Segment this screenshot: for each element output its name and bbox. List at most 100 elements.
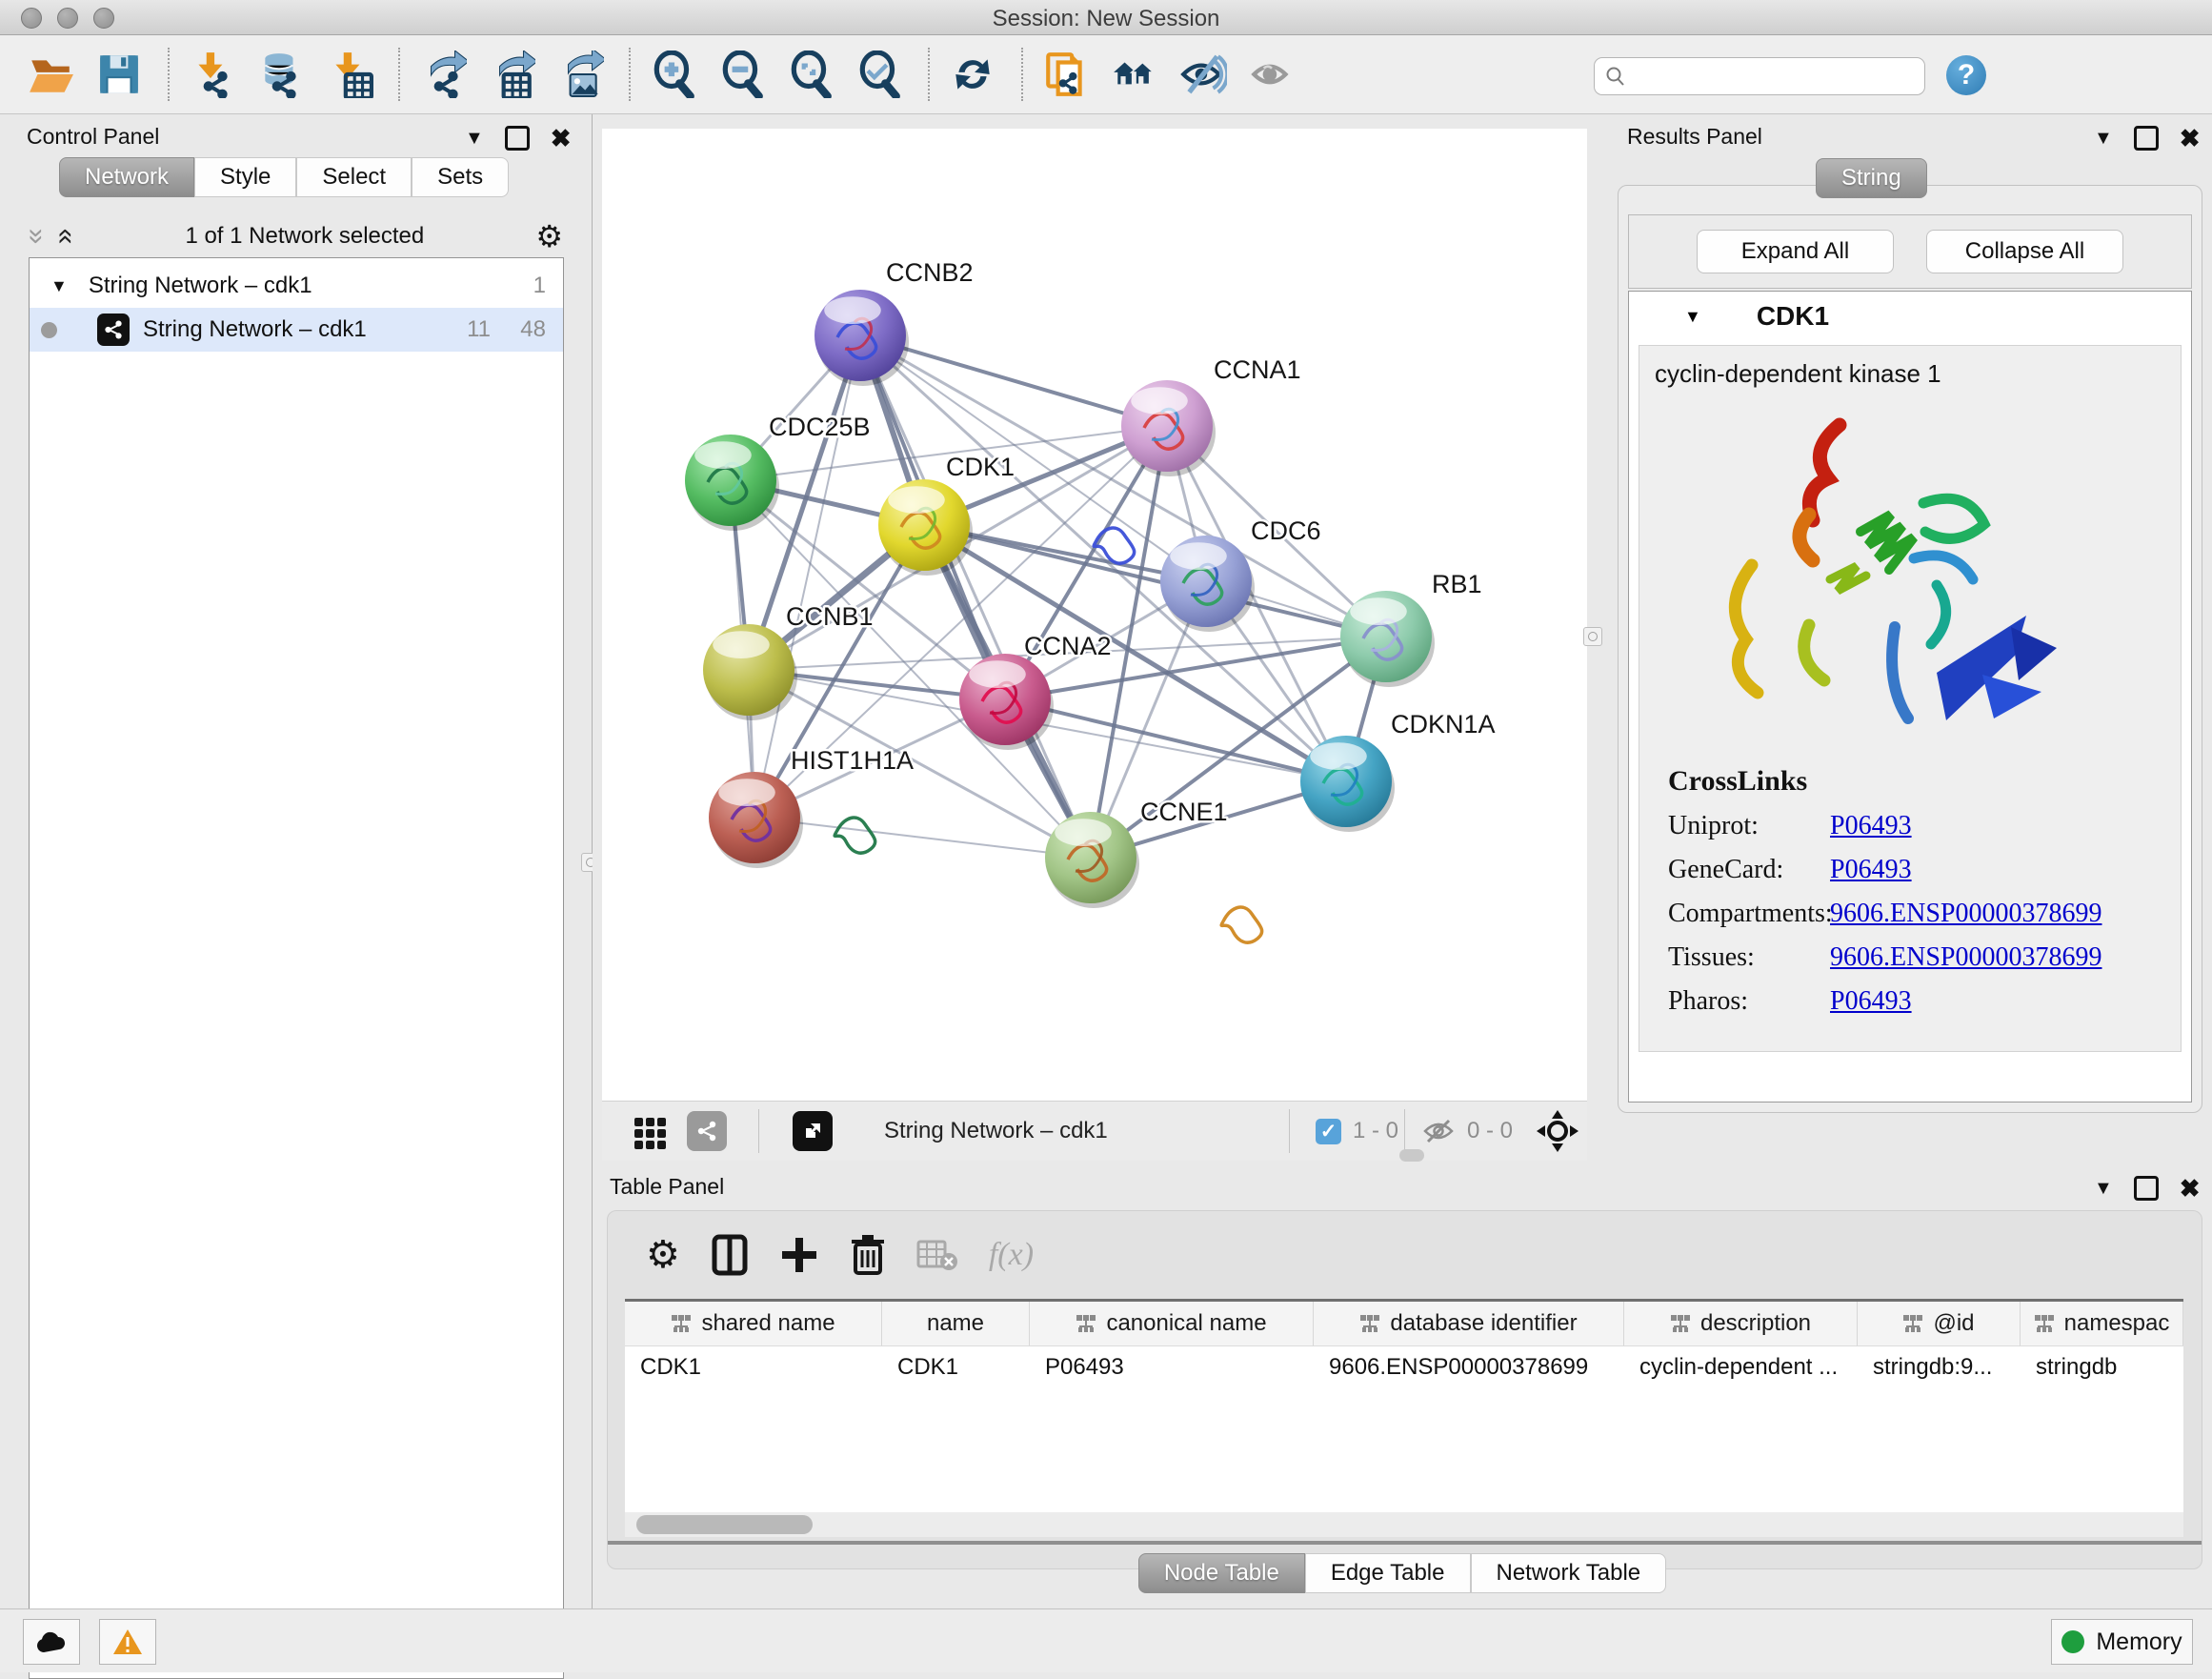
column-header-shared-name[interactable]: shared name [625, 1302, 882, 1345]
collapse-all-chevron-icon[interactable]: » [22, 229, 50, 245]
hide-selection-button[interactable] [1176, 47, 1231, 102]
column-header-namespac[interactable]: namespac [2021, 1302, 2183, 1345]
expand-all-button[interactable]: Expand All [1697, 230, 1894, 273]
export-network-button[interactable] [415, 47, 471, 102]
node-RB1[interactable]: RB1 [1340, 570, 1587, 1101]
import-network-from-database-button[interactable] [253, 47, 309, 102]
cloud-status-button[interactable] [23, 1619, 80, 1665]
search-input[interactable] [1627, 63, 1898, 90]
network-collection-row[interactable]: ▼ String Network – cdk1 1 [30, 264, 563, 308]
tab-string-results[interactable]: String [1816, 158, 1927, 198]
column-namespace-icon [1902, 1314, 1923, 1333]
node-CCNB2[interactable]: CCNB2 [814, 258, 1135, 563]
search-box[interactable] [1594, 57, 1925, 95]
tab-edge-table[interactable]: Edge Table [1305, 1553, 1471, 1593]
zoom-out-button[interactable] [714, 47, 770, 102]
table-cell[interactable]: CDK1 [625, 1346, 882, 1390]
node-HIST1H1A[interactable]: HIST1H1A [709, 746, 923, 1101]
string-network-graph[interactable]: CCNB2 CCNA1 CDC25B CDK1 CDC6 RB1 CCNB1 [602, 129, 1587, 1101]
right-divider-handle[interactable] [1583, 627, 1602, 646]
results-panel-float-icon[interactable]: ▼ [2094, 129, 2113, 148]
crosslink-link[interactable]: P06493 [1830, 811, 1912, 841]
first-neighbors-button[interactable] [1107, 47, 1162, 102]
tab-select[interactable]: Select [296, 157, 412, 197]
zoom-selected-button[interactable] [852, 47, 907, 102]
open-session-button[interactable] [23, 47, 78, 102]
crosslink-link[interactable]: 9606.ENSP00000378699 [1830, 942, 2101, 973]
delete-column-trash-icon[interactable] [850, 1233, 886, 1277]
import-table-from-file-button[interactable] [322, 47, 377, 102]
table-panel-maximize-icon[interactable] [2134, 1176, 2159, 1201]
node-CDKN1A[interactable]: CDKN1A [1300, 710, 1587, 1101]
table-horizontal-scrollbar[interactable] [625, 1512, 2183, 1537]
crosslink-link[interactable]: P06493 [1830, 855, 1912, 885]
tab-node-table[interactable]: Node Table [1138, 1553, 1305, 1593]
column-header-canonical-name[interactable]: canonical name [1030, 1302, 1314, 1345]
table-options-gear-icon[interactable]: ⚙ [646, 1233, 680, 1277]
tab-style[interactable]: Style [194, 157, 296, 197]
show-columns-icon[interactable] [711, 1233, 749, 1277]
gene-section-header[interactable]: ▼ CDK1 [1629, 292, 2191, 341]
node-CCNE1[interactable]: CCNE1 [1045, 798, 1587, 1101]
network-overview-icon[interactable] [687, 1102, 727, 1161]
crosslink-link[interactable]: 9606.ENSP00000378699 [1830, 899, 2101, 929]
column-header--id[interactable]: @id [1858, 1302, 2021, 1345]
save-session-button[interactable] [91, 47, 147, 102]
export-image-button[interactable] [553, 47, 608, 102]
warnings-button[interactable] [99, 1619, 156, 1665]
create-column-plus-icon[interactable] [779, 1235, 819, 1275]
grid-mode-icon[interactable] [632, 1102, 670, 1161]
collection-disclosure-icon[interactable]: ▼ [50, 276, 68, 296]
edge-CCNB2-CCNE1[interactable] [860, 335, 1091, 858]
column-header-description[interactable]: description [1624, 1302, 1858, 1345]
control-panel-close-icon[interactable]: ✖ [551, 126, 572, 151]
selected-elements-checkbox-icon[interactable]: ✓ [1316, 1119, 1341, 1144]
new-network-from-selection-button[interactable] [1038, 47, 1094, 102]
node-label-CCNA2: CCNA2 [1024, 632, 1112, 660]
column-header-name[interactable]: name [882, 1302, 1030, 1345]
zoom-fit-content-button[interactable] [783, 47, 838, 102]
crosslink-link[interactable]: P06493 [1830, 986, 1912, 1017]
expand-all-chevron-icon[interactable]: « [51, 229, 80, 245]
show-all-button[interactable] [1244, 47, 1299, 102]
table-cell[interactable]: stringdb:9... [1858, 1346, 2021, 1390]
table-cell[interactable]: P06493 [1030, 1346, 1314, 1390]
apply-preferred-layout-button[interactable] [945, 47, 1000, 102]
column-header-database-identifier[interactable]: database identifier [1314, 1302, 1624, 1345]
table-cell[interactable]: stringdb [2021, 1346, 2183, 1390]
node-CCNB1[interactable]: CCNB1 [703, 602, 874, 720]
table-cell[interactable]: 9606.ENSP00000378699 [1314, 1346, 1624, 1390]
control-panel: Control Panel ▼ ✖ Network Style Select S… [0, 114, 593, 1608]
help-button[interactable]: ? [1946, 55, 1986, 95]
export-table-button[interactable] [484, 47, 539, 102]
zoom-in-button[interactable] [646, 47, 701, 102]
scrollbar-thumb[interactable] [636, 1515, 813, 1534]
control-panel-maximize-icon[interactable] [505, 126, 530, 151]
tab-sets[interactable]: Sets [412, 157, 509, 197]
bottom-divider-handle[interactable] [1399, 1149, 1424, 1162]
import-network-from-file-button[interactable] [185, 47, 240, 102]
network-row-selected[interactable]: String Network – cdk1 11 48 [30, 308, 563, 352]
control-panel-float-icon[interactable]: ▼ [465, 129, 484, 148]
table-cell[interactable]: cyclin-dependent ... [1624, 1346, 1858, 1390]
table-panel-float-icon[interactable]: ▼ [2094, 1179, 2113, 1198]
edge-HIST1H1A-CCNE1[interactable] [754, 818, 1091, 858]
tab-network-table[interactable]: Network Table [1471, 1553, 1667, 1593]
detach-view-icon[interactable] [793, 1102, 833, 1161]
network-options-gear-icon[interactable]: ⚙ [535, 218, 563, 254]
gene-disclosure-icon[interactable]: ▼ [1684, 307, 1701, 327]
table-row[interactable]: CDK1CDK1P064939606.ENSP00000378699cyclin… [625, 1346, 2183, 1390]
results-panel-close-icon[interactable]: ✖ [2180, 126, 2201, 151]
table-cell[interactable]: CDK1 [882, 1346, 1030, 1390]
collapse-all-button[interactable]: Collapse All [1926, 230, 2123, 273]
memory-button[interactable]: Memory [2051, 1619, 2193, 1665]
network-canvas[interactable]: CCNB2 CCNA1 CDC25B CDK1 CDC6 RB1 CCNB1 [602, 129, 1587, 1101]
network-selection-summary: 1 of 1 Network selected [73, 223, 535, 250]
edge-CCNA2-CDKN1A[interactable] [1005, 699, 1346, 781]
table-panel-close-icon[interactable]: ✖ [2180, 1176, 2201, 1201]
results-panel-maximize-icon[interactable] [2134, 126, 2159, 151]
node-table: shared namenamecanonical namedatabase id… [625, 1299, 2183, 1512]
tab-network[interactable]: Network [59, 157, 194, 197]
node-CCNA2[interactable]: CCNA2 [959, 632, 1424, 1101]
pan-crosshair-icon[interactable] [1536, 1102, 1579, 1161]
